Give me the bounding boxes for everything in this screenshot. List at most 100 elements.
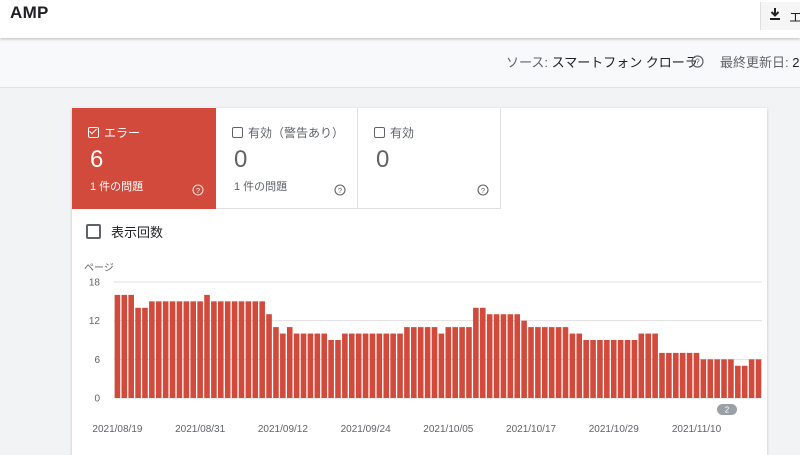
bar[interactable]	[390, 333, 396, 398]
bar[interactable]	[190, 301, 197, 398]
tile-valid[interactable]: 有効 0 ?	[358, 108, 501, 209]
impressions-toggle[interactable]: 表示回数	[86, 222, 163, 241]
bar[interactable]	[369, 333, 376, 398]
bar[interactable]	[121, 294, 128, 398]
bar[interactable]	[610, 340, 617, 398]
bar[interactable]	[576, 333, 583, 398]
bar[interactable]	[224, 301, 231, 398]
help-icon[interactable]: ?	[334, 184, 346, 196]
bar[interactable]	[597, 340, 603, 398]
bar[interactable]	[114, 294, 121, 398]
bar[interactable]	[666, 352, 672, 398]
bar[interactable]	[493, 314, 500, 398]
bar[interactable]	[342, 333, 348, 398]
bar[interactable]	[149, 301, 155, 398]
bar[interactable]	[300, 333, 307, 398]
bar[interactable]	[693, 352, 700, 398]
bar[interactable]	[128, 294, 134, 398]
bar[interactable]	[452, 327, 458, 398]
bar[interactable]	[645, 333, 652, 398]
bar[interactable]	[218, 301, 224, 398]
bar[interactable]	[417, 327, 424, 398]
bar[interactable]	[721, 359, 727, 398]
bar[interactable]	[245, 301, 252, 398]
bar[interactable]	[169, 301, 176, 398]
bar[interactable]	[466, 327, 472, 398]
help-icon[interactable]: ?	[192, 184, 204, 196]
bar[interactable]	[728, 359, 734, 398]
bar[interactable]	[686, 352, 693, 398]
bar[interactable]	[659, 352, 665, 398]
help-icon[interactable]: ?	[691, 55, 704, 68]
bar[interactable]	[286, 327, 293, 398]
bar[interactable]	[259, 301, 265, 398]
bar[interactable]	[204, 294, 210, 398]
bar[interactable]	[521, 320, 527, 398]
bar[interactable]	[238, 301, 245, 398]
bar[interactable]	[700, 359, 707, 398]
bar[interactable]	[514, 314, 521, 398]
checkbox[interactable]	[86, 224, 101, 239]
bar[interactable]	[617, 340, 624, 398]
bar[interactable]	[142, 307, 148, 398]
bar[interactable]	[162, 301, 169, 398]
bar[interactable]	[631, 340, 638, 398]
bar[interactable]	[741, 365, 748, 398]
bar[interactable]	[362, 333, 369, 398]
bar[interactable]	[473, 307, 479, 398]
bar[interactable]	[135, 307, 141, 398]
checkbox-checked[interactable]	[88, 127, 99, 138]
bar[interactable]	[355, 333, 362, 398]
bar[interactable]	[252, 301, 259, 398]
export-button[interactable]: エ	[760, 2, 800, 30]
bar[interactable]	[348, 333, 355, 398]
bar[interactable]	[748, 359, 755, 398]
bar[interactable]	[411, 327, 417, 398]
bar[interactable]	[583, 340, 589, 398]
checkbox[interactable]	[232, 127, 243, 138]
bar[interactable]	[328, 340, 334, 398]
bar[interactable]	[755, 359, 762, 398]
bar[interactable]	[624, 340, 631, 398]
bar[interactable]	[445, 327, 452, 398]
bar[interactable]	[431, 327, 438, 398]
bar[interactable]	[569, 333, 576, 398]
bar[interactable]	[176, 301, 183, 398]
bar[interactable]	[548, 327, 555, 398]
bar[interactable]	[535, 327, 541, 398]
bar[interactable]	[590, 340, 596, 398]
bar[interactable]	[211, 301, 217, 398]
checkbox[interactable]	[374, 127, 385, 138]
bar[interactable]	[714, 359, 720, 398]
bar[interactable]	[638, 333, 645, 398]
bar[interactable]	[273, 327, 279, 398]
help-icon[interactable]: ?	[477, 184, 489, 196]
bar[interactable]	[307, 333, 314, 398]
bar[interactable]	[376, 333, 383, 398]
tile-error[interactable]: エラー 6 1 件の問題 ?	[72, 108, 216, 209]
bar[interactable]	[707, 359, 714, 398]
bar[interactable]	[486, 314, 493, 398]
bar[interactable]	[266, 314, 272, 398]
bar[interactable]	[679, 352, 686, 398]
bar[interactable]	[479, 307, 486, 398]
bar[interactable]	[438, 333, 445, 398]
bar[interactable]	[383, 333, 390, 398]
bar[interactable]	[155, 301, 162, 398]
bar[interactable]	[528, 327, 534, 398]
bar[interactable]	[183, 301, 190, 398]
bar[interactable]	[321, 333, 328, 398]
bar[interactable]	[652, 333, 658, 398]
bar[interactable]	[604, 340, 610, 398]
bar[interactable]	[397, 333, 403, 398]
bar[interactable]	[424, 327, 431, 398]
bar[interactable]	[314, 333, 321, 398]
bar[interactable]	[293, 333, 300, 398]
bar[interactable]	[555, 327, 562, 398]
bar[interactable]	[507, 314, 514, 398]
bar[interactable]	[500, 314, 507, 398]
bar[interactable]	[542, 327, 548, 398]
bar[interactable]	[231, 301, 238, 398]
bar[interactable]	[562, 327, 569, 398]
bar[interactable]	[335, 340, 341, 398]
